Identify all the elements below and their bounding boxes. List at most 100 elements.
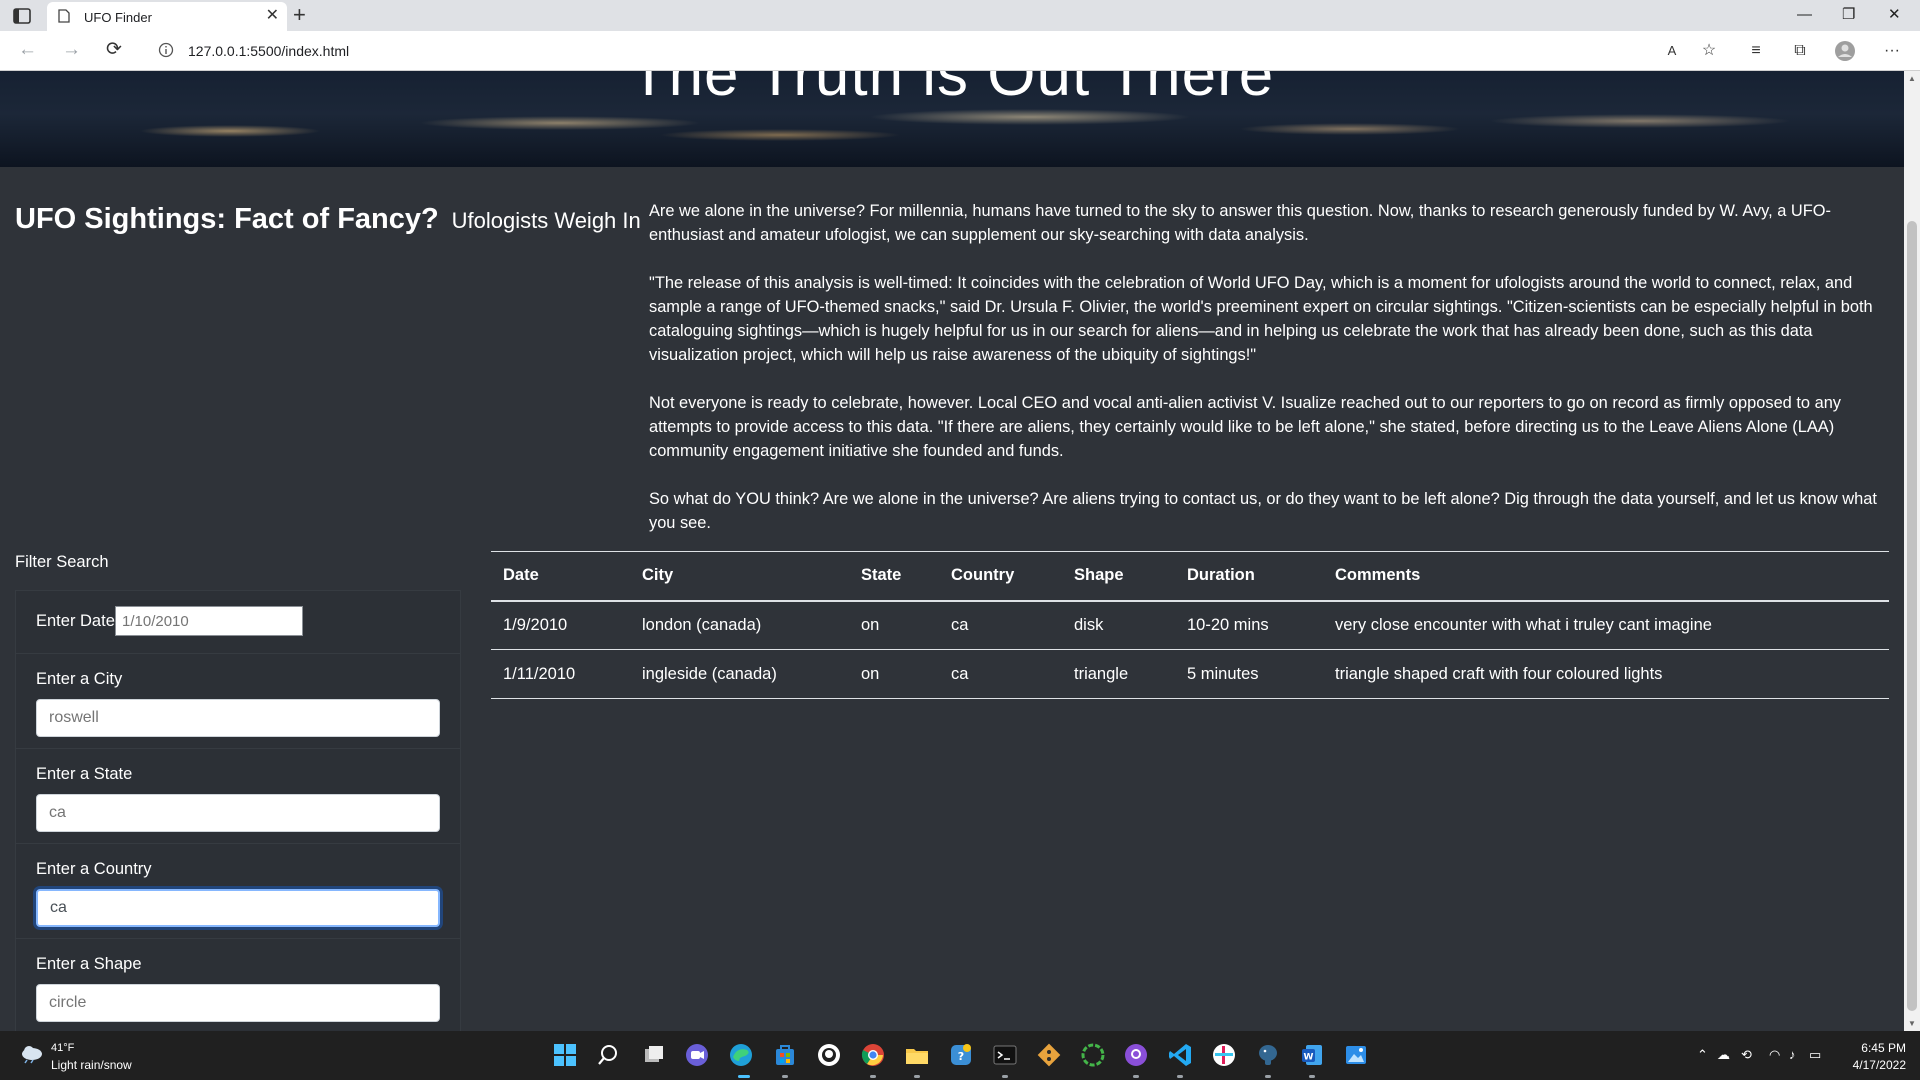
- read-aloud-icon[interactable]: A: [1660, 40, 1684, 62]
- filter-country-item: Enter a Country: [16, 844, 460, 939]
- city-label: Enter a City: [36, 670, 123, 688]
- date-input[interactable]: [115, 606, 303, 636]
- wifi-icon[interactable]: ◠: [1769, 1047, 1780, 1063]
- cell-date: 1/9/2010: [491, 600, 630, 650]
- cell-city: ingleside (canada): [630, 649, 849, 699]
- running-app-indicator: [1309, 1075, 1315, 1078]
- site-info-icon[interactable]: [158, 42, 174, 58]
- cell-shape: triangle: [1062, 649, 1175, 699]
- back-button[interactable]: ←: [18, 39, 37, 61]
- page-scrollbar[interactable]: ▲ ▼: [1904, 71, 1920, 1031]
- cell-country: ca: [939, 649, 1062, 699]
- article-paragraph: "The release of this analysis is well-ti…: [649, 274, 1873, 364]
- refresh-button[interactable]: ⟳: [106, 39, 122, 61]
- file-explorer-icon[interactable]: [903, 1041, 931, 1069]
- scroll-up-arrow-icon[interactable]: ▲: [1908, 74, 1916, 83]
- hero-title: The Truth is Out There: [629, 71, 1275, 109]
- favorites-icon[interactable]: ≡: [1744, 40, 1768, 62]
- github-desktop-icon[interactable]: [815, 1041, 843, 1069]
- scroll-down-arrow-icon[interactable]: ▼: [1908, 1019, 1916, 1028]
- cell-state: on: [849, 600, 939, 650]
- clock-time[interactable]: 6:45 PM: [1861, 1041, 1906, 1055]
- state-input[interactable]: [36, 794, 440, 832]
- profile-icon[interactable]: [1833, 40, 1857, 62]
- shape-input[interactable]: [36, 984, 440, 1022]
- running-app-indicator: [1002, 1075, 1008, 1078]
- onedrive-icon[interactable]: ☁: [1717, 1047, 1730, 1063]
- ufo-table: Date City State Country Shape Duration C…: [491, 551, 1889, 699]
- search-icon[interactable]: [594, 1041, 622, 1069]
- article-paragraph: So what do YOU think? Are we alone in th…: [649, 490, 1877, 532]
- github-icon[interactable]: [1122, 1041, 1150, 1069]
- terminal-icon[interactable]: [991, 1041, 1019, 1069]
- tab-close-icon[interactable]: ✕: [266, 7, 279, 25]
- forward-button[interactable]: →: [62, 39, 81, 61]
- vscode-icon[interactable]: [1166, 1041, 1194, 1069]
- anaconda-icon[interactable]: [1079, 1041, 1107, 1069]
- tab-title: UFO Finder: [84, 10, 152, 25]
- cell-comments: very close encounter with what i truley …: [1323, 600, 1889, 650]
- close-window-button[interactable]: ✕: [1888, 6, 1901, 24]
- restore-button[interactable]: ❐: [1842, 6, 1855, 24]
- header-duration: Duration: [1175, 551, 1323, 602]
- header-city: City: [630, 551, 849, 602]
- hero-banner: The Truth is Out There: [0, 71, 1904, 167]
- store-icon[interactable]: [771, 1041, 799, 1069]
- table-row: 1/9/2010 london (canada) on ca disk 10-2…: [491, 600, 1889, 650]
- running-app-indicator: [1177, 1075, 1183, 1078]
- git-icon[interactable]: [1035, 1041, 1063, 1069]
- svg-text:?: ?: [958, 1050, 964, 1063]
- article-paragraph: Not everyone is ready to celebrate, howe…: [649, 394, 1842, 460]
- chrome-icon[interactable]: [859, 1041, 887, 1069]
- cell-state: on: [849, 649, 939, 699]
- add-favorite-icon[interactable]: ☆: [1697, 40, 1721, 62]
- more-icon[interactable]: ···: [1880, 40, 1904, 62]
- header-shape: Shape: [1062, 551, 1175, 602]
- city-input[interactable]: [36, 699, 440, 737]
- python-icon[interactable]: ?: [947, 1041, 975, 1069]
- collections-icon[interactable]: ⧉: [1788, 40, 1812, 62]
- tray-chevron-icon[interactable]: ⌃: [1697, 1047, 1708, 1063]
- slack-icon[interactable]: [1210, 1041, 1238, 1069]
- browser-tab[interactable]: UFO Finder ✕: [47, 2, 287, 31]
- task-view-icon[interactable]: [640, 1041, 668, 1069]
- filter-city-item: Enter a City: [16, 654, 460, 749]
- table-header-row: Date City State Country Shape Duration C…: [491, 551, 1889, 602]
- running-app-indicator: [870, 1075, 876, 1078]
- state-label: Enter a State: [36, 765, 133, 783]
- country-label: Enter a Country: [36, 860, 152, 878]
- header-date: Date: [491, 551, 630, 602]
- address-bar: ← → ⟳ 127.0.0.1:5500/index.html A ☆ ≡ ⧉ …: [0, 31, 1920, 71]
- weather-icon[interactable]: [20, 1044, 44, 1064]
- tab-actions-icon[interactable]: [12, 7, 32, 25]
- article-text: Are we alone in the universe? For millen…: [649, 199, 1889, 559]
- filter-date-item: Enter Date: [16, 591, 460, 654]
- filter-state-item: Enter a State: [16, 749, 460, 844]
- header-state: State: [849, 551, 939, 602]
- minimize-button[interactable]: —: [1797, 6, 1812, 24]
- running-app-indicator: [1133, 1075, 1139, 1078]
- clock-date[interactable]: 4/17/2022: [1853, 1058, 1906, 1072]
- photos-icon[interactable]: [1342, 1041, 1370, 1069]
- heading-sub: Ufologists Weigh In: [451, 208, 641, 233]
- battery-icon[interactable]: ▭: [1809, 1047, 1821, 1063]
- postgres-icon[interactable]: [1254, 1041, 1282, 1069]
- sync-icon[interactable]: ⟲: [1741, 1047, 1752, 1063]
- header-country: Country: [939, 551, 1062, 602]
- scroll-thumb[interactable]: [1907, 221, 1917, 1011]
- volume-icon[interactable]: ♪: [1789, 1047, 1796, 1062]
- page-content: The Truth is Out There UFO Sightings: Fa…: [0, 71, 1904, 1031]
- word-icon[interactable]: W: [1298, 1041, 1326, 1069]
- edge-icon[interactable]: [727, 1041, 755, 1069]
- cell-duration: 5 minutes: [1175, 649, 1323, 699]
- shape-label: Enter a Shape: [36, 955, 142, 973]
- page-heading: UFO Sightings: Fact of Fancy? Ufologists…: [15, 199, 641, 236]
- country-input[interactable]: [36, 889, 440, 927]
- cell-country: ca: [939, 600, 1062, 650]
- browser-tab-bar: UFO Finder ✕ + — ❐ ✕: [0, 0, 1920, 31]
- filter-shape-item: Enter a Shape: [16, 939, 460, 1031]
- new-tab-button[interactable]: +: [293, 3, 306, 27]
- start-icon[interactable]: [551, 1041, 579, 1069]
- url-field[interactable]: 127.0.0.1:5500/index.html: [188, 43, 349, 59]
- chat-icon[interactable]: [683, 1041, 711, 1069]
